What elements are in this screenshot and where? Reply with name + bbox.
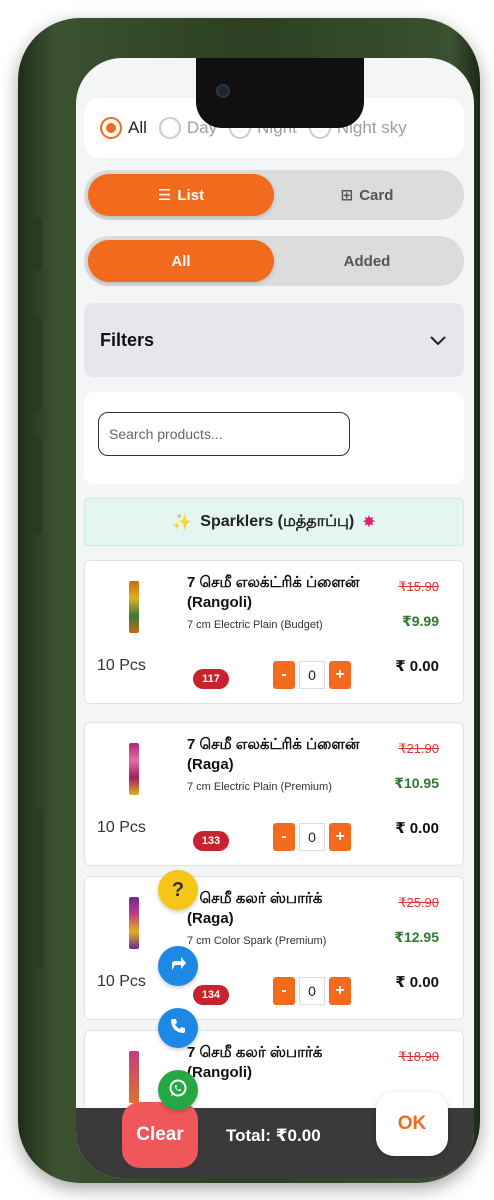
cart-bottom-bar: Clear Total: ₹0.00 OK	[76, 1092, 474, 1178]
quantity-value[interactable]: 0	[299, 977, 325, 1005]
old-price: ₹25.90	[398, 895, 439, 910]
help-button[interactable]: ?	[158, 870, 198, 910]
clear-button[interactable]: Clear	[122, 1102, 198, 1168]
product-name: 7 செமீ கலர் ஸ்பார்க் (Rangoli)	[187, 1044, 323, 1081]
pack-size: 10 Pcs	[97, 973, 146, 990]
quantity-value[interactable]: 0	[299, 823, 325, 851]
line-total: ₹ 0.00	[395, 658, 439, 675]
cart-total: Total: ₹0.00	[226, 1126, 321, 1145]
all-products-button[interactable]: All	[88, 240, 274, 282]
camera-icon	[216, 84, 230, 98]
old-price: ₹15.90	[398, 579, 439, 594]
product-name: 7 செமீ எலக்ட்ரிக் ப்ளைன் (Raga)	[187, 736, 360, 773]
grid-icon: ⊞	[340, 187, 354, 204]
share-icon	[169, 955, 187, 978]
volume-down-button	[28, 438, 42, 534]
call-button[interactable]	[158, 1008, 198, 1048]
antenna-line	[32, 808, 44, 968]
line-total: ₹ 0.00	[395, 820, 439, 837]
increase-button[interactable]: +	[329, 823, 351, 851]
category-header: ✨ Sparklers (மத்தாப்பு) ✸	[84, 498, 464, 546]
radio-label: All	[128, 118, 147, 137]
price: ₹10.95	[394, 775, 439, 791]
old-price: ₹21.90	[398, 741, 439, 756]
list-label: List	[177, 186, 205, 204]
quantity-value[interactable]: 0	[299, 661, 325, 689]
search-card	[84, 392, 464, 484]
ok-button[interactable]: OK	[376, 1092, 448, 1156]
product-image	[129, 743, 139, 795]
radio-selected-icon	[100, 117, 122, 139]
chevron-down-icon	[430, 330, 446, 351]
old-price: ₹18.90	[398, 1049, 439, 1064]
line-total: ₹ 0.00	[395, 974, 439, 991]
product-card: 10 Pcs 7 செமீ எலக்ட்ரிக் ப்ளைன் (Rangoli…	[84, 560, 464, 704]
filters-accordion[interactable]: Filters	[84, 303, 464, 377]
pack-size: 10 Pcs	[97, 819, 146, 836]
whatsapp-button[interactable]	[158, 1070, 198, 1110]
decrease-button[interactable]: -	[273, 661, 295, 689]
all-label: All	[171, 252, 191, 270]
product-card: 10 Pcs 7 செமீ கலர் ஸ்பார்க் (Raga) 7 cm …	[84, 876, 464, 1020]
product-subtitle: 7 cm Color Spark (Premium)	[187, 935, 327, 947]
price: ₹9.99	[402, 613, 439, 629]
phone-icon	[169, 1017, 187, 1040]
mute-switch	[28, 218, 42, 270]
card-view-button[interactable]: ⊞ Card	[274, 174, 460, 216]
card-label: Card	[359, 186, 394, 204]
decrease-button[interactable]: -	[273, 823, 295, 851]
product-code-badge: 134	[193, 985, 229, 1005]
list-icon: ☰	[157, 187, 172, 204]
product-image	[129, 897, 139, 949]
volume-up-button	[28, 316, 42, 412]
quantity-stepper: - 0 +	[273, 977, 351, 1005]
phone-frame: All Day Night Night sky ☰ List ⊞	[18, 18, 480, 1183]
whatsapp-icon	[168, 1078, 188, 1103]
added-toggle: All Added	[84, 236, 464, 286]
radio-icon	[158, 117, 181, 139]
radio-all[interactable]: All	[100, 117, 147, 139]
quantity-stepper: - 0 +	[273, 823, 351, 851]
pack-size: 10 Pcs	[97, 657, 146, 674]
sparkle-icon: ✨	[172, 514, 193, 531]
product-subtitle: 7 cm Electric Plain (Premium)	[187, 781, 332, 793]
product-subtitle: 7 cm Electric Plain (Budget)	[187, 619, 323, 631]
increase-button[interactable]: +	[329, 977, 351, 1005]
quantity-stepper: - 0 +	[273, 661, 351, 689]
view-toggle: ☰ List ⊞ Card	[84, 170, 464, 220]
product-name: 7 செமீ கலர் ஸ்பார்க் (Raga)	[187, 890, 323, 927]
price: ₹12.95	[394, 929, 439, 945]
burst-icon: ✸	[362, 514, 376, 531]
list-view-button[interactable]: ☰ List	[88, 174, 274, 216]
product-code-badge: 117	[193, 669, 229, 689]
filters-label: Filters	[100, 329, 155, 350]
decrease-button[interactable]: -	[273, 977, 295, 1005]
search-input[interactable]	[98, 412, 350, 456]
product-code-badge: 133	[193, 831, 229, 851]
question-icon: ?	[171, 878, 185, 901]
added-products-button[interactable]: Added	[274, 240, 460, 282]
product-card: 10 Pcs 7 செமீ எலக்ட்ரிக் ப்ளைன் (Raga) 7…	[84, 722, 464, 866]
increase-button[interactable]: +	[329, 661, 351, 689]
product-image	[129, 1051, 139, 1103]
product-name: 7 செமீ எலக்ட்ரிக் ப்ளைன் (Rangoli)	[187, 574, 360, 611]
product-image	[129, 581, 139, 633]
app-screen: All Day Night Night sky ☰ List ⊞	[76, 58, 474, 1178]
category-title: Sparklers (மத்தாப்பு)	[200, 513, 355, 530]
share-button[interactable]	[158, 946, 198, 986]
added-label: Added	[343, 252, 391, 270]
notch	[196, 58, 364, 128]
